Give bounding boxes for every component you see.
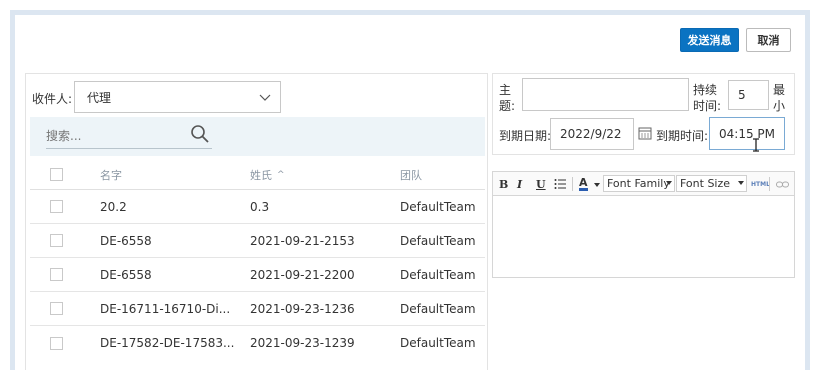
search-input[interactable]: [46, 123, 212, 149]
due-time-label: 到期时间:: [656, 129, 709, 143]
editor-body[interactable]: [493, 197, 794, 277]
row-name: DE-6558: [100, 233, 152, 248]
row-team: DefaultTeam: [400, 267, 476, 282]
editor-toolbar: B I U A Font Family Font Size HTML: [493, 172, 794, 196]
duration-label-line1: 持续: [693, 83, 718, 97]
row-name: 20.2: [100, 199, 127, 214]
row-name: DE-6558: [100, 267, 152, 282]
due-date-label: 到期日期:: [499, 129, 552, 143]
message-details-panel: 主 题: 持续 时间: 5 最 小 到期日期: 2022/9/22 到期时间: …: [492, 73, 795, 155]
table-row[interactable]: 20.2 0.3 DefaultTeam: [30, 190, 485, 224]
chevron-down-icon: [738, 181, 744, 185]
row-last-name: 2021-09-21-2153: [250, 233, 355, 248]
row-last-name: 2021-09-23-1236: [250, 301, 355, 316]
duration-input[interactable]: 5: [728, 80, 769, 110]
underline-button[interactable]: U: [536, 176, 546, 192]
row-checkbox[interactable]: [50, 336, 63, 350]
recipient-panel: 收件人: 代理 名字 姓氏 ^ 团队 20.2 0.3 DefaultTeam: [25, 73, 488, 370]
table-row[interactable]: DE-6558 2021-09-21-2200 DefaultTeam: [30, 258, 485, 292]
bold-button[interactable]: B: [499, 176, 508, 192]
select-all-checkbox[interactable]: [50, 168, 63, 181]
row-team: DefaultTeam: [400, 199, 476, 214]
list-icon[interactable]: [554, 176, 566, 192]
row-last-name: 2021-09-21-2200: [250, 267, 355, 282]
font-color-button[interactable]: A: [579, 176, 588, 191]
sort-ascending-icon: ^: [277, 169, 285, 180]
subject-label-line2: 题:: [499, 99, 516, 113]
duration-unit-line1: 最: [773, 83, 786, 97]
row-checkbox[interactable]: [50, 200, 63, 213]
due-time-input[interactable]: 04:15 PM: [709, 117, 785, 150]
column-header-team[interactable]: 团队: [400, 160, 422, 189]
row-last-name: 0.3: [250, 199, 270, 214]
row-team: DefaultTeam: [400, 233, 476, 248]
link-icon[interactable]: [776, 176, 789, 192]
message-editor: B I U A Font Family Font Size HTML: [492, 171, 795, 278]
row-team: DefaultTeam: [400, 336, 476, 350]
row-team: DefaultTeam: [400, 301, 476, 316]
row-checkbox[interactable]: [50, 234, 63, 247]
row-checkbox[interactable]: [50, 302, 63, 315]
font-color-dropdown-icon[interactable]: [594, 183, 600, 187]
duration-label-line2: 时间:: [693, 99, 722, 113]
table-header-row: 名字 姓氏 ^ 团队: [30, 160, 485, 190]
search-icon[interactable]: [190, 124, 210, 147]
toolbar-divider: [769, 177, 770, 191]
chevron-down-icon: [666, 181, 672, 185]
font-family-select[interactable]: Font Family: [603, 175, 675, 192]
column-header-name[interactable]: 名字: [100, 160, 122, 189]
chevron-down-icon: [258, 90, 272, 107]
recipient-label: 收件人:: [32, 92, 73, 106]
send-message-button[interactable]: 发送消息: [680, 28, 739, 52]
font-size-select[interactable]: Font Size: [676, 175, 747, 192]
recipient-select[interactable]: 代理: [74, 81, 281, 113]
row-name: DE-17582-DE-17583...: [100, 336, 235, 350]
toolbar-divider: [572, 177, 573, 191]
row-name: DE-16711-16710-Di...: [100, 301, 231, 316]
recipient-table: 名字 姓氏 ^ 团队 20.2 0.3 DefaultTeam DE-6558 …: [30, 160, 485, 360]
font-size-value: Font Size: [680, 177, 731, 190]
column-header-last-name[interactable]: 姓氏 ^: [250, 160, 285, 189]
calendar-icon[interactable]: [638, 126, 652, 143]
duration-unit-line2: 小: [773, 99, 786, 113]
cancel-button[interactable]: 取消: [746, 28, 791, 52]
table-row[interactable]: DE-16711-16710-Di... 2021-09-23-1236 Def…: [30, 292, 485, 326]
recipient-selected-value: 代理: [87, 90, 112, 105]
table-row[interactable]: DE-6558 2021-09-21-2153 DefaultTeam: [30, 224, 485, 258]
row-checkbox[interactable]: [50, 268, 63, 281]
row-last-name: 2021-09-23-1239: [250, 336, 355, 350]
html-source-button[interactable]: HTML: [751, 176, 770, 192]
table-row[interactable]: DE-17582-DE-17583... 2021-09-23-1239 Def…: [30, 326, 485, 360]
due-date-input[interactable]: 2022/9/22: [550, 118, 634, 150]
subject-input[interactable]: [522, 78, 689, 111]
font-family-value: Font Family: [607, 177, 670, 190]
text-cursor-icon: [752, 138, 760, 155]
subject-label-line1: 主: [499, 83, 512, 97]
search-bar: [30, 117, 485, 156]
column-header-last-name-label: 姓氏: [250, 168, 272, 182]
italic-button[interactable]: I: [517, 176, 522, 192]
